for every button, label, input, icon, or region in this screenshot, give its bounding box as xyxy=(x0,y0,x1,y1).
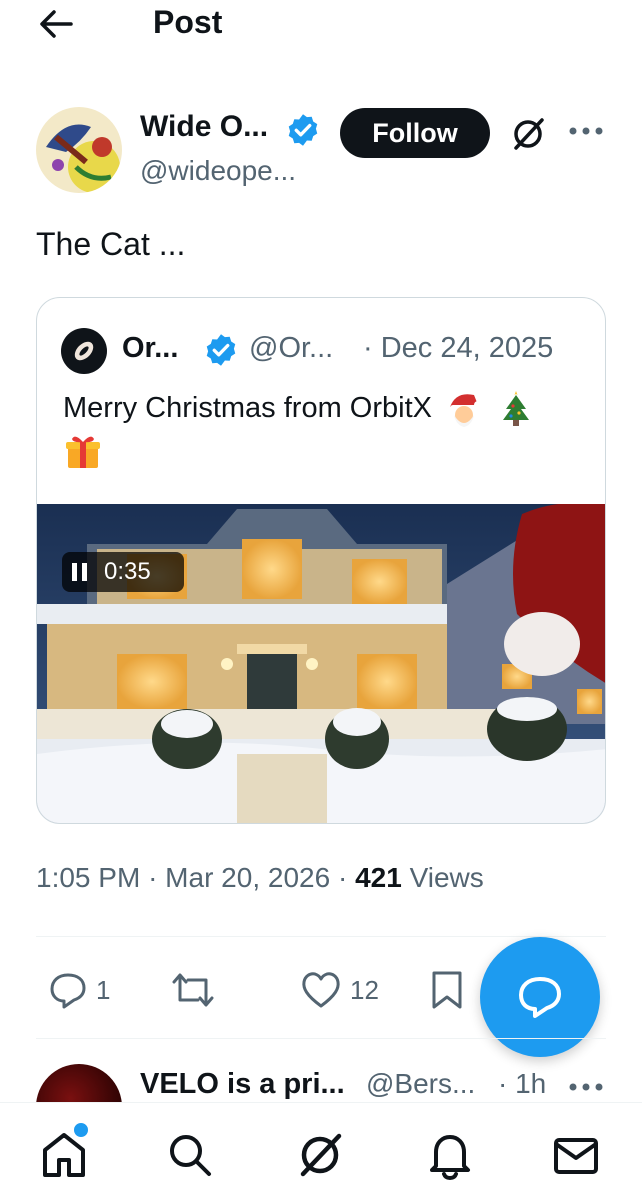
quoted-post-text-content: Merry Christmas from OrbitX xyxy=(63,392,432,424)
nav-grok[interactable] xyxy=(290,1125,350,1185)
separator: · xyxy=(148,862,158,893)
reply-compose-fab[interactable] xyxy=(480,937,600,1057)
next-post-author-name: VELO is a pri... xyxy=(140,1068,345,1100)
more-options-button[interactable] xyxy=(566,116,606,146)
author-handle[interactable]: @wideope... xyxy=(140,155,296,187)
video-controls[interactable]: 0:35 xyxy=(62,552,184,592)
video-time: 0:35 xyxy=(104,558,151,585)
reply-button[interactable]: 1 xyxy=(48,965,110,1015)
reply-count: 1 xyxy=(96,974,111,1005)
grok-button[interactable] xyxy=(506,112,550,156)
quoted-post-card[interactable]: Or... @Or... · Dec 24, 2025 Merry Christ… xyxy=(36,297,606,824)
back-button[interactable] xyxy=(34,6,78,42)
more-dots-icon xyxy=(569,127,603,135)
post-metadata: 1:05 PM · Mar 20, 2026 · 421 Views xyxy=(36,862,484,894)
author-avatar[interactable] xyxy=(36,107,122,193)
next-post-preview[interactable]: VELO is a pri... @Bers... · 1h xyxy=(0,1040,642,1102)
grok-icon xyxy=(300,1133,342,1177)
author-name[interactable]: Wide O... xyxy=(140,110,268,144)
more-dots-icon xyxy=(569,1083,603,1091)
nav-notifications[interactable] xyxy=(420,1125,480,1185)
page-title: Post xyxy=(153,4,223,40)
separator: · xyxy=(337,862,348,893)
avatar-image xyxy=(36,107,122,193)
home-notification-dot xyxy=(72,1121,90,1139)
christmas-tree-emoji-icon xyxy=(503,391,530,427)
post-author-row: Wide O... @wideope... Follow xyxy=(0,100,642,200)
next-post-time: · 1h xyxy=(498,1068,547,1099)
like-count: 12 xyxy=(350,974,379,1005)
follow-button[interactable]: Follow xyxy=(340,108,490,158)
bookmark-button[interactable] xyxy=(430,965,464,1015)
back-arrow-icon xyxy=(40,10,73,38)
quoted-author-avatar[interactable] xyxy=(61,328,107,374)
top-bar: Post xyxy=(0,0,642,50)
divider xyxy=(36,936,606,937)
quoted-post-text: Merry Christmas from OrbitX xyxy=(63,388,583,471)
post-date: Mar 20, 2026 xyxy=(165,862,331,893)
divider xyxy=(36,1038,606,1039)
post-text: The Cat ... xyxy=(36,226,186,262)
nav-search[interactable] xyxy=(160,1125,220,1185)
repost-icon xyxy=(172,973,214,1007)
heart-icon xyxy=(302,972,340,1008)
views-count: 421 xyxy=(355,862,402,893)
orbitx-logo-icon xyxy=(74,341,94,361)
messages-envelope-icon xyxy=(554,1138,598,1174)
verified-badge-icon xyxy=(288,114,318,146)
quoted-post-date: · Dec 24, 2025 xyxy=(363,332,554,364)
quoted-verified-badge-icon xyxy=(206,334,236,366)
pause-icon[interactable] xyxy=(72,562,92,582)
next-post-author-handle: @Bers... xyxy=(366,1068,476,1099)
like-button[interactable]: 12 xyxy=(300,965,379,1015)
gift-emoji-icon xyxy=(66,436,100,468)
quoted-author-handle: @Or... xyxy=(249,332,334,364)
nav-messages[interactable] xyxy=(546,1125,606,1185)
post-time: 1:05 PM xyxy=(36,862,141,893)
reply-icon xyxy=(50,973,86,1009)
views-label: Views xyxy=(409,862,484,893)
notifications-bell-icon xyxy=(430,1135,470,1180)
repost-button[interactable] xyxy=(170,965,216,1015)
santa-emoji-icon xyxy=(450,394,483,428)
next-post-more-button[interactable] xyxy=(566,1072,606,1102)
bookmark-icon xyxy=(432,971,462,1009)
bottom-navigation xyxy=(0,1102,642,1200)
next-post-avatar[interactable] xyxy=(36,1064,122,1102)
reply-fab-icon xyxy=(519,977,561,1018)
quoted-author-name: Or... xyxy=(122,332,179,364)
search-icon xyxy=(170,1135,211,1176)
grok-icon xyxy=(514,118,544,150)
